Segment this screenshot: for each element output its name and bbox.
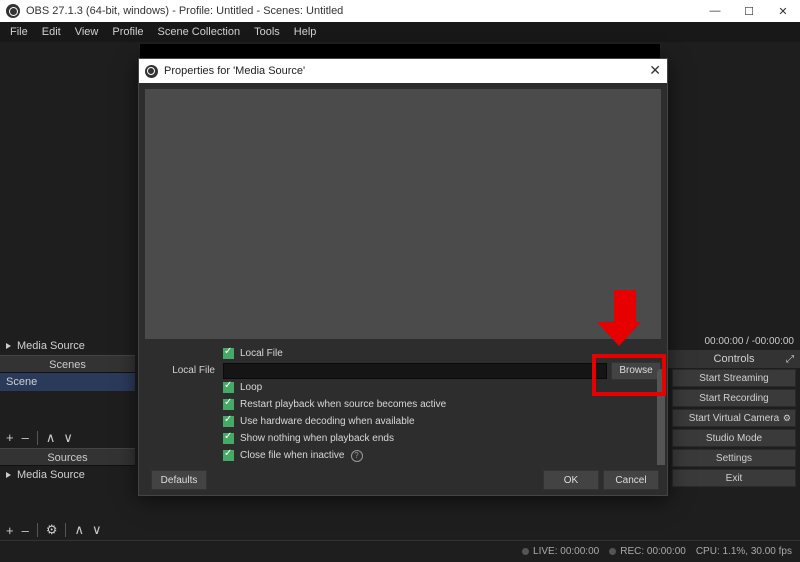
dialog-titlebar: Properties for 'Media Source' ✕ <box>139 59 667 83</box>
expand-icon <box>6 472 11 478</box>
close-inactive-checkbox[interactable] <box>223 450 234 461</box>
local-file-label: Local File <box>145 365 223 376</box>
add-scene-button[interactable]: + <box>6 430 14 445</box>
source-up-button[interactable]: ∧ <box>74 522 84 538</box>
hw-decode-label: Use hardware decoding when available <box>240 416 415 427</box>
time-display: 00:00:00 / -00:00:00 <box>668 332 800 350</box>
menu-edit[interactable]: Edit <box>36 24 67 40</box>
local-file-chk-label: Local File <box>240 348 283 359</box>
menu-tools[interactable]: Tools <box>248 24 286 40</box>
sources-header: Sources <box>0 448 135 466</box>
remove-source-button[interactable]: – <box>22 523 29 538</box>
obs-logo-icon <box>6 4 20 18</box>
loop-label: Loop <box>240 382 262 393</box>
controls-header-label: Controls <box>714 353 755 365</box>
exit-button[interactable]: Exit <box>672 469 796 487</box>
defaults-button[interactable]: Defaults <box>151 470 207 490</box>
scene-down-button[interactable]: ∨ <box>63 430 73 446</box>
add-source-button[interactable]: + <box>6 523 14 538</box>
annotation-highlight-box <box>592 354 666 396</box>
scene-item[interactable]: Media Source <box>0 337 135 355</box>
annotation-arrow-icon <box>608 290 641 346</box>
status-rec: REC: 00:00:00 <box>609 546 686 557</box>
start-recording-button[interactable]: Start Recording <box>672 389 796 407</box>
menu-file[interactable]: File <box>4 24 34 40</box>
restart-label: Restart playback when source becomes act… <box>240 399 446 410</box>
show-nothing-label: Show nothing when playback ends <box>240 433 394 444</box>
scene-selected[interactable]: Scene <box>0 373 135 391</box>
scene-up-button[interactable]: ∧ <box>46 430 56 446</box>
start-streaming-button[interactable]: Start Streaming <box>672 369 796 387</box>
window-minimize-button[interactable]: — <box>698 0 732 22</box>
dialog-body: Local File Local File Browse Loop Restar… <box>139 83 667 465</box>
menu-view[interactable]: View <box>69 24 105 40</box>
scene-item-label: Media Source <box>17 340 85 352</box>
status-cpu: CPU: 1.1%, 30.00 fps <box>696 546 792 557</box>
help-icon[interactable]: ? <box>351 450 363 462</box>
status-live: LIVE: 00:00:00 <box>522 546 599 557</box>
sources-toolbar: + – ⚙ ∧ ∨ <box>0 520 135 540</box>
obs-logo-icon <box>145 65 158 78</box>
dialog-close-button[interactable]: ✕ <box>649 62 661 79</box>
local-file-input[interactable] <box>223 363 607 379</box>
window-maximize-button[interactable]: ☐ <box>732 0 766 22</box>
scenes-header: Scenes <box>0 355 135 373</box>
properties-dialog: Properties for 'Media Source' ✕ Local Fi… <box>138 58 668 496</box>
ok-button[interactable]: OK <box>543 470 599 490</box>
local-file-checkbox[interactable] <box>223 348 234 359</box>
remove-scene-button[interactable]: – <box>22 430 29 445</box>
source-item[interactable]: Media Source <box>0 466 135 484</box>
expand-icon[interactable]: ⤢ <box>786 354 794 365</box>
separator-icon <box>37 431 38 445</box>
scene-name: Scene <box>6 376 37 388</box>
studio-mode-button[interactable]: Studio Mode <box>672 429 796 447</box>
hw-decode-checkbox[interactable] <box>223 416 234 427</box>
dialog-form: Local File Local File Browse Loop Restar… <box>145 345 661 484</box>
cancel-button[interactable]: Cancel <box>603 470 659 490</box>
restart-checkbox[interactable] <box>223 399 234 410</box>
separator-icon <box>65 523 66 537</box>
status-bar: LIVE: 00:00:00 REC: 00:00:00 CPU: 1.1%, … <box>0 540 800 562</box>
start-virtual-camera-button[interactable]: Start Virtual Camera <box>672 409 796 427</box>
menu-scene-collection[interactable]: Scene Collection <box>152 24 247 40</box>
dialog-title: Properties for 'Media Source' <box>164 65 305 77</box>
source-down-button[interactable]: ∨ <box>92 522 102 538</box>
scenes-toolbar: + – ∧ ∨ <box>0 428 135 448</box>
loop-checkbox[interactable] <box>223 382 234 393</box>
source-item-label: Media Source <box>17 469 85 481</box>
expand-icon <box>6 343 11 349</box>
window-title: OBS 27.1.3 (64-bit, windows) - Profile: … <box>26 5 343 17</box>
controls-header: Controls ⤢ <box>668 350 800 368</box>
separator-icon <box>37 523 38 537</box>
dialog-footer: Defaults OK Cancel <box>139 465 667 495</box>
dialog-preview <box>145 89 661 339</box>
right-column: 00:00:00 / -00:00:00 Controls ⤢ Start St… <box>668 332 800 540</box>
window-titlebar: OBS 27.1.3 (64-bit, windows) - Profile: … <box>0 0 800 22</box>
left-column: Media Source Scenes Scene + – ∧ ∨ Source… <box>0 337 135 540</box>
show-nothing-checkbox[interactable] <box>223 433 234 444</box>
settings-button[interactable]: Settings <box>672 449 796 467</box>
menu-bar: File Edit View Profile Scene Collection … <box>0 22 800 42</box>
window-close-button[interactable]: ✕ <box>766 0 800 22</box>
menu-profile[interactable]: Profile <box>106 24 149 40</box>
close-inactive-label: Close file when inactive <box>240 450 345 461</box>
menu-help[interactable]: Help <box>288 24 323 40</box>
source-gear-button[interactable]: ⚙ <box>46 522 58 538</box>
